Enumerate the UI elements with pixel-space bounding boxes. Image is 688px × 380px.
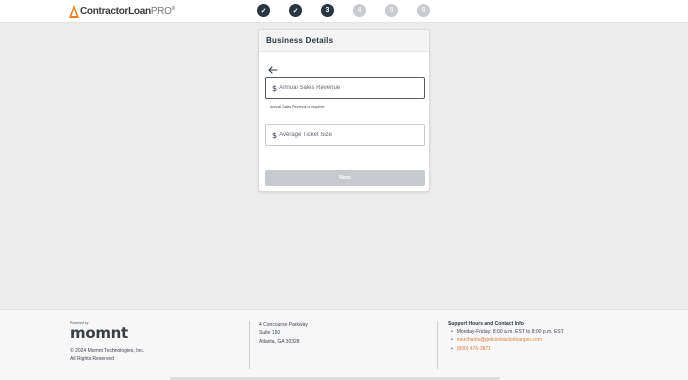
rights-line: All Rights Reserved <box>70 356 114 362</box>
address-line: Suite 150 <box>259 330 281 337</box>
next-button[interactable]: Next <box>265 170 425 186</box>
footer-address: 4 Concourse Parkway Suite 150 Atlanta, G… <box>259 321 308 346</box>
address-line: 4 Concourse Parkway <box>259 322 308 328</box>
annual-sales-field[interactable]: $ <box>265 77 425 99</box>
copyright-line: © 2024 Momnt Technologies, Inc. <box>70 348 145 354</box>
support-title: Support Hours and Contact Info <box>448 321 524 327</box>
card-header: Business Details <box>259 30 429 52</box>
support-hours: Monday-Friday: 8:00 a.m. EST to 8:00 p.m… <box>448 328 564 336</box>
support-email: merchants@getcontractorloanpro.com <box>448 336 564 344</box>
step-4: 4 <box>353 4 366 17</box>
footer-divider <box>437 321 438 369</box>
phone-link[interactable]: (800) 476-3871 <box>457 346 491 352</box>
dollar-icon: $ <box>272 83 278 93</box>
support-phone: (800) 476-3871 <box>448 345 564 353</box>
progress-steps: ✓ ✓ 3 4 5 6 <box>257 4 432 18</box>
address-line: Atlanta, GA 30328 <box>259 338 300 345</box>
contractorloanpro-logo[interactable]: ContractorLoanPRO® <box>69 4 175 18</box>
dollar-icon: $ <box>272 130 278 140</box>
annual-sales-input[interactable] <box>279 85 420 91</box>
copyright: © 2024 Momnt Technologies, Inc. All Righ… <box>70 347 144 363</box>
step-3-current: 3 <box>321 4 334 17</box>
footer-divider <box>249 321 250 369</box>
footer-brand: Powered by momnt © 2024 Momnt Technologi… <box>70 321 144 363</box>
card-title: Business Details <box>266 36 334 45</box>
logo-text: ContractorLoanPRO® <box>80 5 175 17</box>
annual-sales-error: Annual Sales Revenue is required <box>270 105 325 109</box>
step-1-complete: ✓ <box>257 4 270 17</box>
footer: Powered by momnt © 2024 Momnt Technologi… <box>0 309 688 380</box>
logo-mark-icon <box>69 4 79 18</box>
step-6: 6 <box>417 4 430 17</box>
average-ticket-input[interactable] <box>279 132 420 138</box>
business-details-card: Business Details $ Annual Sales Revenue … <box>258 29 430 192</box>
momnt-logo[interactable]: momnt <box>70 326 144 341</box>
support-list: Monday-Friday: 8:00 a.m. EST to 8:00 p.m… <box>448 328 564 353</box>
step-2-complete: ✓ <box>289 4 302 17</box>
top-bar: ContractorLoanPRO® ✓ ✓ 3 4 5 6 <box>0 0 688 23</box>
arrow-left-icon[interactable] <box>268 61 278 74</box>
email-link[interactable]: merchants@getcontractorloanpro.com <box>457 337 542 343</box>
average-ticket-field[interactable]: $ <box>265 124 425 146</box>
step-5: 5 <box>385 4 398 17</box>
footer-support: Support Hours and Contact Info Monday-Fr… <box>448 321 564 353</box>
